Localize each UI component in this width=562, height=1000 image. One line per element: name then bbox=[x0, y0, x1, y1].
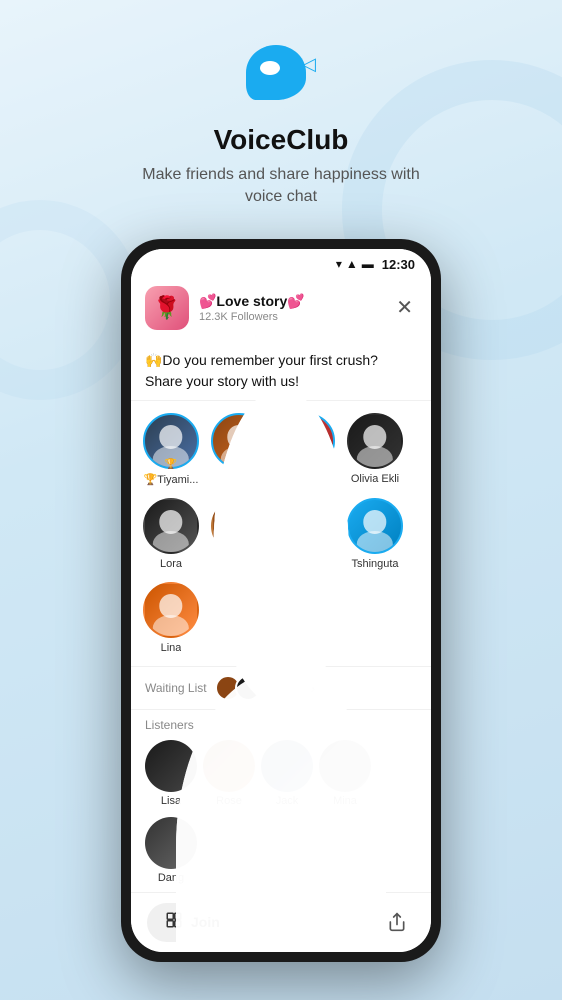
app-subtitle: Make friends and share happiness with vo… bbox=[141, 164, 421, 209]
phone-mockup: ▾ ▲ ▬ 12:30 🌹 💕Love story💕 12.3K Followe… bbox=[121, 239, 441, 962]
room-followers: 12.3K Followers bbox=[199, 311, 382, 323]
status-icons: ▾ ▲ ▬ 12:30 bbox=[336, 257, 415, 272]
wifi-icon: ▾ bbox=[336, 257, 342, 271]
avatar-person bbox=[349, 500, 401, 552]
speaker-tshinguta: Tshinguta bbox=[347, 498, 403, 570]
body bbox=[153, 615, 189, 636]
body bbox=[357, 446, 393, 467]
room-info: 💕Love story💕 12.3K Followers bbox=[199, 293, 382, 323]
speaker-avatar-lina bbox=[143, 582, 199, 638]
body bbox=[357, 531, 393, 552]
body bbox=[176, 817, 197, 869]
speaker-name-lora: Lora bbox=[160, 558, 182, 570]
room-header: 🌹 💕Love story💕 12.3K Followers ✕ bbox=[131, 276, 431, 340]
avatar-person bbox=[349, 415, 401, 467]
avatar-person bbox=[145, 584, 197, 636]
speaker-olivia: Olivia Ekli bbox=[347, 413, 403, 486]
phone-screen: ▾ ▲ ▬ 12:30 🌹 💕Love story💕 12.3K Followe… bbox=[131, 249, 431, 952]
time-display: 12:30 bbox=[382, 257, 415, 272]
speaker-lina: Lina bbox=[143, 582, 199, 654]
listeners-grid: Lisa Rose bbox=[145, 740, 417, 888]
battery-icon: ▬ bbox=[362, 257, 374, 271]
speaker-tiyami: 🏆 🏆Tiyami... bbox=[143, 413, 199, 486]
status-bar: ▾ ▲ ▬ 12:30 bbox=[131, 249, 431, 276]
app-icon: ◀◁ bbox=[246, 40, 316, 110]
avatar-person bbox=[145, 500, 197, 552]
app-title: VoiceClub bbox=[214, 124, 349, 156]
speaker-avatar-tshinguta bbox=[347, 498, 403, 554]
listener-avatar-dang bbox=[145, 817, 197, 869]
bg-decoration-2 bbox=[0, 200, 140, 400]
listener-dang: Dang bbox=[145, 817, 197, 884]
speaker-name-tshinguta: Tshinguta bbox=[351, 558, 398, 570]
room-thumbnail: 🌹 bbox=[145, 286, 189, 330]
room-name: 💕Love story💕 bbox=[199, 293, 382, 310]
speaker-name-tiyami: 🏆Tiyami... bbox=[144, 473, 199, 486]
signal-icon: ▲ bbox=[346, 257, 358, 271]
speaker-name-lina: Lina bbox=[161, 642, 182, 654]
app-header: ◀◁ VoiceClub Make friends and share happ… bbox=[141, 0, 421, 209]
speaker-name-olivia: Olivia Ekli bbox=[351, 473, 399, 485]
speaker-avatar-olivia bbox=[347, 413, 403, 469]
speaker-avatar-lora bbox=[143, 498, 199, 554]
avatar-person bbox=[145, 817, 197, 869]
phone-frame: ▾ ▲ ▬ 12:30 🌹 💕Love story💕 12.3K Followe… bbox=[121, 239, 441, 962]
speaker-lora: Lora bbox=[143, 498, 199, 570]
waiting-list-label: Waiting List bbox=[145, 681, 207, 695]
close-button[interactable]: ✕ bbox=[392, 291, 417, 324]
body bbox=[153, 531, 189, 552]
sound-waves-icon: ◀◁ bbox=[288, 54, 316, 75]
listeners-section: Listeners Lisa bbox=[131, 710, 431, 892]
